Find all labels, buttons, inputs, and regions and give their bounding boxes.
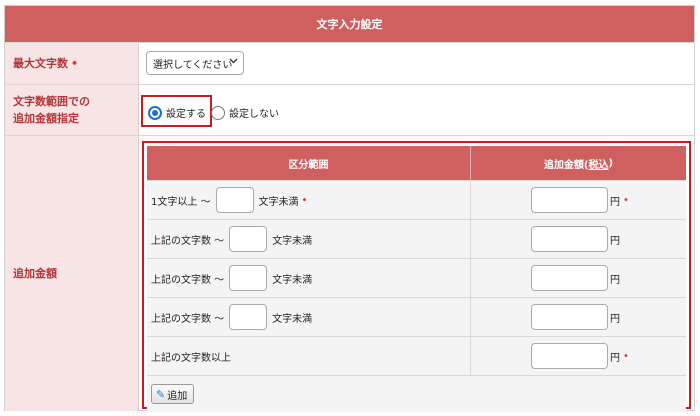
range-cell: 上記の文字数以上 — [147, 337, 471, 375]
range-prefix: 上記の文字数 〜 — [151, 235, 225, 247]
radio-not-set[interactable]: 設定しない — [211, 105, 279, 120]
max-chars-row: 最大文字数 • 選択してください — [5, 42, 694, 84]
col-fee-header: 追加金額(税込) — [471, 146, 686, 180]
add-button[interactable]: ✎ 追加 — [151, 384, 195, 404]
radio-checked-icon[interactable] — [148, 105, 162, 120]
max-chars-label-text: 最大文字数 — [13, 57, 68, 70]
panel-title: 文字入力設定 — [5, 6, 694, 42]
char-count-input[interactable] — [229, 226, 268, 252]
yen-unit: 円 — [610, 274, 620, 286]
range-setting-label-line2: 追加金額指定 — [13, 112, 79, 125]
fee-table-header: 区分範囲 追加金額(税込) — [147, 146, 686, 180]
yen-unit: 円 — [610, 313, 620, 325]
table-row: 上記の文字数 〜 文字未満 円 — [147, 219, 686, 258]
range-setting-label: 文字数範囲での 追加金額指定 — [5, 85, 139, 135]
range-cell: 1文字以上 〜 文字未満 • — [147, 181, 471, 219]
add-row-area: ✎ 追加 — [147, 375, 686, 412]
fee-cell: 円 — [471, 259, 686, 297]
pencil-add-icon: ✎ — [156, 387, 166, 401]
fee-input[interactable] — [531, 343, 608, 369]
fee-table-highlight: 区分範囲 追加金額(税込) 1文字以上 〜 文字未満 • 円 • 上記の文字数… — [142, 141, 691, 412]
radio-unchecked-icon[interactable] — [211, 105, 225, 120]
radio-set-label: 設定する — [166, 109, 206, 120]
yen-unit: 円 — [610, 196, 620, 208]
yen-unit: 円 — [610, 352, 620, 364]
max-chars-select-value: 選択してください — [153, 59, 233, 71]
extra-fee-label: 追加金額 — [5, 136, 139, 411]
fee-input[interactable] — [531, 265, 608, 291]
fee-input[interactable] — [531, 226, 608, 252]
range-suffix: 文字未満 — [272, 235, 313, 247]
chevron-down-icon — [229, 56, 238, 68]
table-row: 上記の文字数 〜 文字未満 円 — [147, 297, 686, 336]
range-prefix: 上記の文字数以上 — [151, 352, 231, 364]
range-cell: 上記の文字数 〜 文字未満 — [147, 298, 471, 336]
required-mark: • — [623, 194, 629, 206]
range-suffix: 文字未満 — [272, 313, 313, 325]
table-row: 上記の文字数 〜 文字未満 円 — [147, 258, 686, 297]
radio-not-set-label: 設定しない — [229, 109, 279, 120]
fee-table: 区分範囲 追加金額(税込) 1文字以上 〜 文字未満 • 円 • 上記の文字数… — [147, 146, 686, 412]
col-fee-header-prefix: 追加金額( — [543, 159, 589, 171]
fee-input[interactable] — [531, 304, 608, 330]
fee-input[interactable] — [531, 187, 608, 213]
table-row: 1文字以上 〜 文字未満 • 円 • — [147, 180, 686, 219]
add-button-label: 追加 — [167, 390, 188, 402]
col-range-header: 区分範囲 — [147, 146, 471, 180]
extra-fee-row: 追加金額 区分範囲 追加金額(税込) 1文字以上 〜 文字未満 • 円 • 上… — [5, 135, 694, 412]
char-count-input[interactable] — [229, 265, 268, 291]
yen-unit: 円 — [610, 235, 620, 247]
char-count-input[interactable] — [229, 304, 268, 330]
range-suffix: 文字未満 — [258, 196, 299, 208]
col-fee-header-suffix: ) — [608, 157, 614, 169]
range-prefix: 1文字以上 〜 — [151, 196, 211, 208]
range-cell: 上記の文字数 〜 文字未満 — [147, 259, 471, 297]
range-suffix: 文字未満 — [272, 274, 313, 286]
max-chars-label: 最大文字数 • — [5, 43, 139, 84]
table-row: 上記の文字数以上 円 • — [147, 336, 686, 375]
range-prefix: 上記の文字数 〜 — [151, 313, 225, 325]
fee-cell: 円 • — [471, 337, 686, 375]
range-cell: 上記の文字数 〜 文字未満 — [147, 220, 471, 258]
max-chars-select[interactable]: 選択してください — [146, 51, 244, 75]
radio-set[interactable]: 設定する — [148, 105, 206, 120]
required-mark: • — [71, 57, 79, 70]
char-count-input[interactable] — [215, 187, 254, 213]
tax-included-link[interactable]: 税込 — [589, 156, 609, 171]
fee-cell: 円 — [471, 298, 686, 336]
range-setting-row: 文字数範囲での 追加金額指定 設定する 設定しない — [5, 84, 694, 135]
required-mark: • — [623, 350, 629, 362]
range-prefix: 上記の文字数 〜 — [151, 274, 225, 286]
settings-panel: 文字入力設定 最大文字数 • 選択してください 文字数範囲での 追加金額指定 設定… — [4, 5, 695, 412]
required-mark: • — [301, 194, 308, 206]
fee-cell: 円 — [471, 220, 686, 258]
range-setting-label-line1: 文字数範囲での — [13, 95, 90, 108]
fee-cell: 円 • — [471, 181, 686, 219]
